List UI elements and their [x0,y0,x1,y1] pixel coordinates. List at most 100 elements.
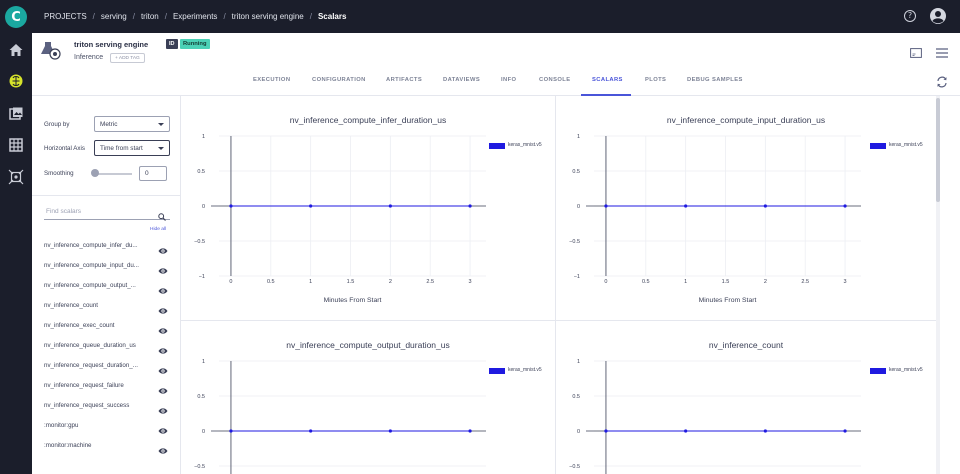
chart-plot[interactable]: 1 0.5 0 −0.5 [556,321,936,474]
tab-configuration[interactable]: CONFIGURATION [312,77,366,83]
scalar-chart[interactable]: nv_inference_compute_infer_duration_us 1 0… [181,96,555,320]
metric-list-item[interactable]: nv_inference_exec_count [44,321,170,334]
eye-visibility-icon[interactable] [158,402,168,414]
eye-visibility-icon[interactable] [158,442,168,454]
legend-item[interactable]: keras_mnist.v5 [870,142,940,150]
chart-plot[interactable]: 1 0.5 0 −0.5 −1 0 0.5 1 1.5 2 2.5 3 Minutes From Sta… [181,96,555,320]
scalar-chart[interactable]: nv_inference_compute_input_duration_us 1 0… [556,96,936,320]
clearml-logo[interactable]: C [5,6,27,28]
legend-label: keras_mnist.v5 [889,367,923,373]
add-tag-button[interactable]: + ADD TAG [110,53,145,63]
home-icon[interactable] [8,42,24,58]
breadcrumb-separator: / [309,12,312,21]
metric-name: nv_inference_compute_input_du... [44,262,139,269]
panel-divider [32,195,181,196]
task-id-badge[interactable]: ID [166,39,178,49]
smoothing-input[interactable]: 0 [139,166,167,181]
eye-visibility-icon[interactable] [158,382,168,394]
status-badge: Running [180,39,210,49]
eye-visibility-icon[interactable] [158,242,168,254]
scrollbar-thumb[interactable] [936,98,940,202]
data-point [309,429,313,433]
chart-plot[interactable]: 1 0.5 0 −0.5 [181,321,555,474]
tab-info[interactable]: INFO [501,77,516,83]
tab-console[interactable]: CONSOLE [539,77,570,83]
breadcrumb-separator: / [223,12,226,21]
breadcrumb-separator: / [164,12,167,21]
tab-dataviews[interactable]: DATAVIEWS [443,77,480,83]
tab-artifacts[interactable]: ARTIFACTS [386,77,422,83]
breadcrumb-experiments[interactable]: Experiments [173,12,217,21]
scalar-chart[interactable]: nv_inference_count 1 0.5 0 −0.5 keras_mnist.v… [556,321,936,474]
eye-visibility-icon[interactable] [158,282,168,294]
data-point [388,429,392,433]
eye-visibility-icon[interactable] [158,302,168,314]
group-by-label: Group by [44,121,70,128]
metric-name: nv_inference_exec_count [44,322,115,329]
user-avatar-icon[interactable] [930,8,946,24]
charts-scrollbar[interactable] [936,96,940,474]
breadcrumb-projects[interactable]: PROJECTS [44,12,87,21]
metric-list-item[interactable]: nv_inference_request_failure [44,381,170,394]
search-icon[interactable] [158,208,166,221]
metric-list-item[interactable]: nv_inference_queue_duration_us [44,341,170,354]
workers-queues-icon[interactable] [8,137,24,153]
group-by-select[interactable]: Metric [94,116,170,132]
datasets-icon[interactable] [8,106,24,122]
data-point [604,204,608,208]
eye-visibility-icon[interactable] [158,262,168,274]
y-tick-label: 0.5 [572,169,580,175]
metric-list-item[interactable]: :monitor:gpu [44,421,170,434]
metric-list-item[interactable]: nv_inference_request_duration_... [44,361,170,374]
metric-list-item[interactable]: nv_inference_compute_output_... [44,281,170,294]
help-icon[interactable]: ? [904,10,916,22]
eye-visibility-icon[interactable] [158,342,168,354]
y-tick-label: 0.5 [197,169,205,175]
legend-item[interactable]: keras_mnist.v5 [489,142,559,150]
metric-name: nv_inference_count [44,302,99,309]
legend-swatch [870,143,886,149]
legend-label: keras_mnist.v5 [508,142,542,148]
legend-item[interactable]: keras_mnist.v5 [489,367,559,375]
metric-list-item[interactable]: :monitor:machine [44,441,170,454]
tab-plots[interactable]: PLOTS [645,77,666,83]
y-tick-label: −0.5 [569,239,580,245]
annotations-icon[interactable] [8,169,24,185]
hide-all-link[interactable]: Hide all [150,227,166,232]
metric-list-item[interactable]: nv_inference_compute_infer_du... [44,241,170,254]
metric-list-item[interactable]: nv_inference_compute_input_du... [44,261,170,274]
x-tick-label: 0 [229,279,232,285]
eye-visibility-icon[interactable] [158,322,168,334]
tab-execution[interactable]: EXECUTION [253,77,290,83]
refresh-icon[interactable] [936,75,948,88]
legend-label: keras_mnist.v5 [889,142,923,148]
tab-scalars[interactable]: SCALARS [592,77,623,83]
metric-list-item[interactable]: nv_inference_request_success [44,401,170,414]
breadcrumb-triton[interactable]: triton [141,12,159,21]
tab-debug-samples[interactable]: DEBUG SAMPLES [687,77,743,83]
eye-visibility-icon[interactable] [158,362,168,374]
breadcrumb-serving[interactable]: serving [101,12,127,21]
data-point [763,429,767,433]
eye-visibility-icon[interactable] [158,422,168,434]
x-tick-label: 1.5 [722,279,730,285]
info-panel-icon[interactable] [910,45,922,58]
scalars-settings-panel: Group by Metric Horizontal Axis Time fro… [32,96,181,474]
x-tick-label: 0 [604,279,607,285]
find-scalars-input[interactable]: Find scalars [44,205,170,220]
x-tick-label: 2.5 [426,279,434,285]
horizontal-axis-select[interactable]: Time from start [94,140,170,156]
legend-item[interactable]: keras_mnist.v5 [870,367,940,375]
x-tick-label: 0.5 [267,279,275,285]
menu-icon[interactable] [936,45,948,58]
smoothing-slider-track[interactable] [94,173,132,175]
x-tick-label: 3 [469,279,472,285]
breadcrumb-task[interactable]: triton serving engine [232,12,304,21]
task-tabs: EXECUTION CONFIGURATION ARTIFACTS DATAVI… [32,69,960,96]
scalar-chart[interactable]: nv_inference_compute_output_duration_us 1… [181,321,555,474]
brain-experiments-icon[interactable] [8,73,24,89]
chart-plot[interactable]: 1 0.5 0 −0.5 −1 0 0.5 1 1.5 2 2.5 3 Minutes From Sta… [556,96,936,320]
metric-list-item[interactable]: nv_inference_count [44,301,170,314]
smoothing-slider-handle[interactable] [91,169,99,177]
metric-name: nv_inference_request_success [44,402,130,409]
